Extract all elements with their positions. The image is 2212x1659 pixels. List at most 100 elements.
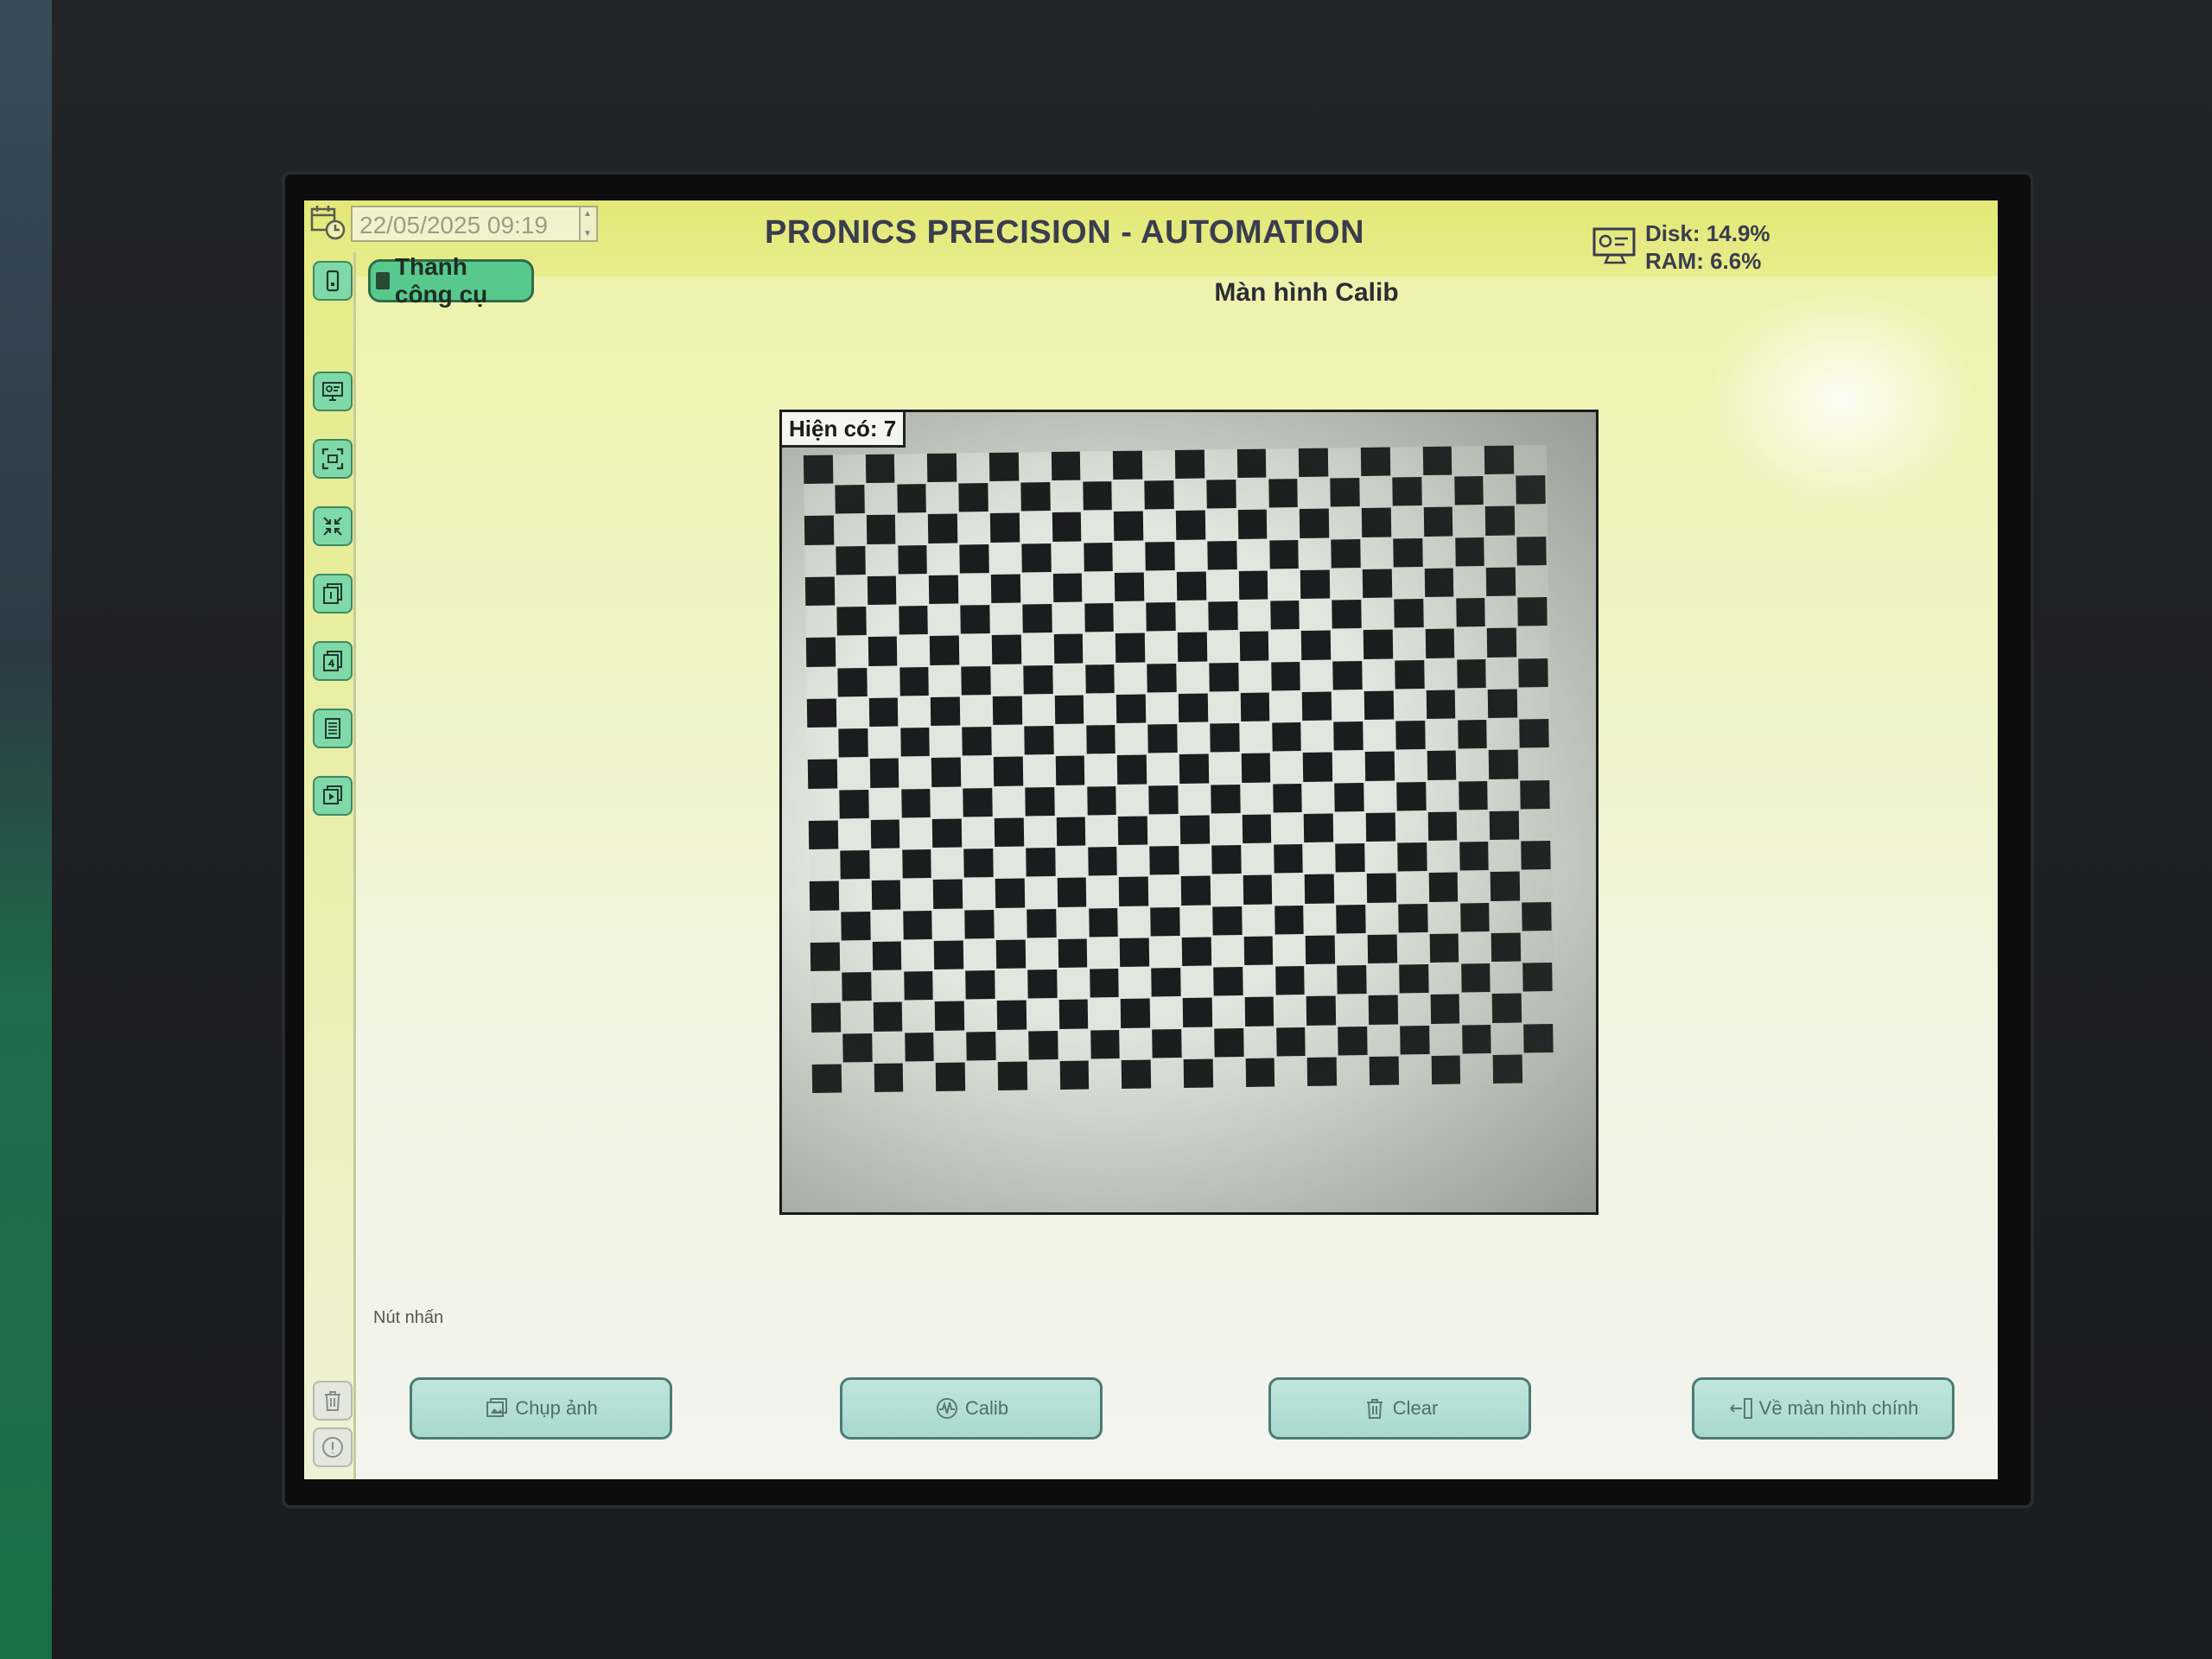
sidebar-page1-button[interactable] (313, 574, 353, 613)
checker-square (840, 850, 870, 880)
checker-square (1088, 907, 1119, 938)
checker-square (1430, 994, 1460, 1024)
checker-square (1395, 721, 1426, 750)
checker-square (1181, 937, 1211, 967)
back-to-main-button[interactable]: Về màn hình chính (1692, 1377, 1955, 1440)
checker-square (1491, 993, 1522, 1023)
checker-square (1084, 664, 1116, 694)
checker-square (1423, 507, 1453, 537)
toolbar-toggle-label: Thanh công cụ (394, 253, 488, 308)
checker-square (871, 880, 901, 910)
checker-square (1368, 995, 1398, 1025)
checker-square (1150, 906, 1180, 937)
sidebar-info-button[interactable] (313, 1427, 353, 1467)
toolbar-toggle-button[interactable]: Thanh công cụ (368, 253, 534, 308)
checker-square (1214, 1027, 1244, 1058)
checker-square (996, 1000, 1027, 1030)
checker-square (1395, 659, 1425, 690)
checker-square (1489, 749, 1519, 779)
checker-square (1485, 506, 1516, 536)
checker-square (1302, 691, 1332, 721)
checker-square (1427, 750, 1457, 780)
checker-square (964, 909, 995, 939)
checker-square (1208, 601, 1238, 631)
checker-square (1491, 871, 1521, 901)
checker-square (868, 636, 898, 666)
checker-square (1240, 692, 1270, 722)
calendar-clock-icon (309, 204, 347, 242)
sidebar-compress-button[interactable] (313, 506, 353, 546)
checker-square (1484, 445, 1515, 475)
list-icon (325, 718, 340, 739)
checker-square (958, 483, 988, 513)
checker-square (1177, 632, 1208, 662)
checker-square (1020, 482, 1051, 512)
checker-square (1337, 965, 1367, 995)
sidebar-monitor-button[interactable] (313, 372, 353, 411)
checker-square (961, 665, 991, 696)
calib-button[interactable]: Calib (840, 1377, 1103, 1440)
checker-square (1082, 481, 1113, 511)
checker-square (1360, 447, 1391, 477)
checker-square (898, 606, 929, 635)
checker-square (1392, 477, 1422, 506)
checker-square (1334, 782, 1364, 812)
monitor-icon (1592, 226, 1638, 264)
checker-square (1027, 969, 1058, 999)
checker-square (1182, 997, 1212, 1027)
sidebar-capture-button[interactable] (313, 439, 353, 479)
checker-square (810, 942, 841, 972)
checker-square (1398, 903, 1428, 933)
checker-square (1021, 543, 1052, 573)
checker-square (1338, 1026, 1368, 1056)
checker-square (1426, 690, 1456, 720)
checker-square (1303, 752, 1333, 782)
checker-square (936, 1062, 966, 1091)
checker-square (809, 880, 840, 911)
calib-button-label: Calib (964, 1397, 1009, 1419)
checker-square (1268, 539, 1300, 569)
checker-square (1522, 963, 1553, 992)
checker-square (842, 972, 872, 1001)
sidebar-page4-button[interactable] (313, 641, 353, 681)
sidebar-list-button[interactable] (313, 709, 353, 748)
checker-square (1146, 602, 1176, 632)
sidebar-image-button[interactable] (313, 776, 353, 816)
checker-square (1058, 999, 1089, 1029)
checker-square (805, 637, 836, 667)
datetime-spinner[interactable] (579, 206, 598, 242)
sidebar-toggle-button[interactable] (313, 261, 353, 301)
checker-square (995, 878, 1026, 908)
checker-square (900, 788, 931, 818)
checker-square (1268, 479, 1299, 508)
checker-square (1516, 475, 1546, 505)
checker-square (1180, 875, 1211, 906)
capture-button[interactable]: Chụp ảnh (410, 1377, 672, 1440)
checker-square (1306, 1057, 1338, 1086)
app-title: PRONICS PRECISION - AUTOMATION (764, 214, 1365, 251)
clear-button[interactable]: Clear (1268, 1377, 1531, 1440)
checker-square (903, 971, 934, 1001)
checker-square (1183, 1058, 1213, 1088)
checker-square (1366, 873, 1396, 903)
datetime-field[interactable]: 22/05/2025 09:19 (351, 206, 584, 242)
checker-square (1429, 933, 1459, 963)
checker-square (965, 970, 995, 1000)
checker-square (1274, 966, 1305, 995)
checker-square (1299, 448, 1329, 478)
checker-square (837, 667, 868, 697)
checker-square (839, 789, 869, 819)
checker-square (1151, 968, 1181, 997)
checker-square (1458, 780, 1489, 810)
checker-square (932, 818, 963, 849)
checker-square (988, 452, 1020, 482)
checker-square (841, 911, 871, 941)
checker-square (870, 819, 900, 849)
checker-square (1490, 810, 1520, 841)
checker-square (1459, 842, 1489, 871)
sidebar-trash-button[interactable] (313, 1381, 353, 1421)
checker-square (960, 605, 990, 634)
checker-square (1519, 719, 1549, 748)
checker-square (963, 787, 993, 817)
checker-square (1331, 538, 1361, 569)
